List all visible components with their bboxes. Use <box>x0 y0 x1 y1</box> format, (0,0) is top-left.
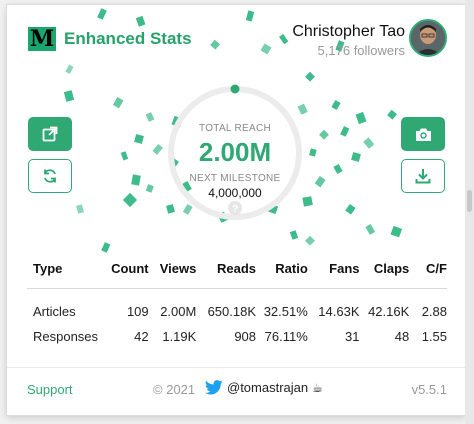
column-header-claps: Claps <box>373 261 410 276</box>
copyright: © 2021 <box>153 382 196 397</box>
question-icon[interactable]: ? <box>228 201 242 215</box>
milestone-progress-dot <box>230 84 240 94</box>
row-views: 1.19K <box>162 329 197 344</box>
column-header-ratio: Ratio <box>275 261 308 276</box>
brand: M Enhanced Stats <box>28 27 192 51</box>
column-header-type: Type <box>33 261 63 276</box>
row-fans: 14.63K <box>318 304 360 319</box>
external-link-icon <box>42 126 58 142</box>
row-ratio: 76.11% <box>264 329 308 344</box>
row-claps: 42.16K <box>368 304 410 319</box>
row-fans: 31 <box>345 329 360 344</box>
user-name[interactable]: Christopher Tao <box>292 23 405 41</box>
row-ratio: 32.51% <box>263 304 308 319</box>
row-type: Responses <box>33 329 99 344</box>
download-button[interactable] <box>401 159 445 193</box>
brand-name: Enhanced Stats <box>64 29 192 48</box>
column-header-count: Count <box>111 261 149 276</box>
refresh-icon <box>44 169 56 183</box>
row-type: Articles <box>33 304 76 319</box>
download-icon <box>415 169 431 184</box>
coffee-icon: ☕ <box>312 380 323 395</box>
next-milestone-value: 4,000,000 <box>208 186 262 200</box>
version-label: v5.5.1 <box>411 382 447 397</box>
enhanced-stats-popup: M Enhanced Stats Christopher Tao 5,176 f… <box>7 5 465 415</box>
screenshot-button[interactable] <box>401 117 445 151</box>
table-row: Responses 42 1.19K 908 76.11% 31 48 1.55 <box>27 324 447 349</box>
row-views: 2.00M <box>160 304 197 319</box>
total-reach-value: 2.00M <box>198 137 272 167</box>
row-cf: 2.88 <box>421 304 447 319</box>
browser-scrollbar[interactable] <box>465 0 474 424</box>
row-claps: 48 <box>394 329 410 344</box>
refresh-button[interactable] <box>28 159 72 193</box>
footer: Support © 2021 @tomastrajan ☕ v5.5.1 <box>7 367 465 415</box>
row-count: 42 <box>134 329 149 344</box>
svg-text:?: ? <box>232 204 238 215</box>
row-reads: 650.18K <box>207 304 257 319</box>
stats-table: Type Count Views Reads Ratio Fans Claps … <box>27 261 447 349</box>
table-row: Articles 109 2.00M 650.18K 32.51% 14.63K… <box>27 289 447 325</box>
scrollbar-thumb[interactable] <box>467 190 472 212</box>
open-medium-stats-button[interactable] <box>28 117 72 151</box>
column-header-reads: Reads <box>216 261 257 276</box>
user-followers: 5,176 followers <box>317 43 405 58</box>
avatar-image <box>411 21 445 55</box>
column-header-views: Views <box>159 261 197 276</box>
twitter-handle: @tomastrajan <box>227 380 309 395</box>
medium-logo: M <box>28 26 56 52</box>
column-header-fans: Fans <box>329 261 360 276</box>
row-cf: 1.55 <box>421 329 447 344</box>
table-header-row: Type Count Views Reads Ratio Fans Claps … <box>27 261 447 289</box>
total-reach-label: TOTAL REACH <box>198 123 272 134</box>
row-reads: 908 <box>234 329 257 344</box>
avatar[interactable] <box>409 19 447 57</box>
support-link[interactable]: Support <box>27 382 73 397</box>
twitter-icon <box>205 380 223 395</box>
next-milestone-label: NEXT MILESTONE <box>189 173 281 184</box>
twitter-link[interactable]: @tomastrajan ☕ <box>205 380 323 395</box>
column-header-cf: C/F <box>426 261 447 276</box>
user-info: Christopher Tao 5,176 followers <box>292 23 405 58</box>
total-reach-gauge: ? TOTAL REACH 2.00M NEXT MILESTONE 4,000… <box>165 83 305 223</box>
row-count: 109 <box>126 304 149 319</box>
camera-icon <box>415 128 431 141</box>
